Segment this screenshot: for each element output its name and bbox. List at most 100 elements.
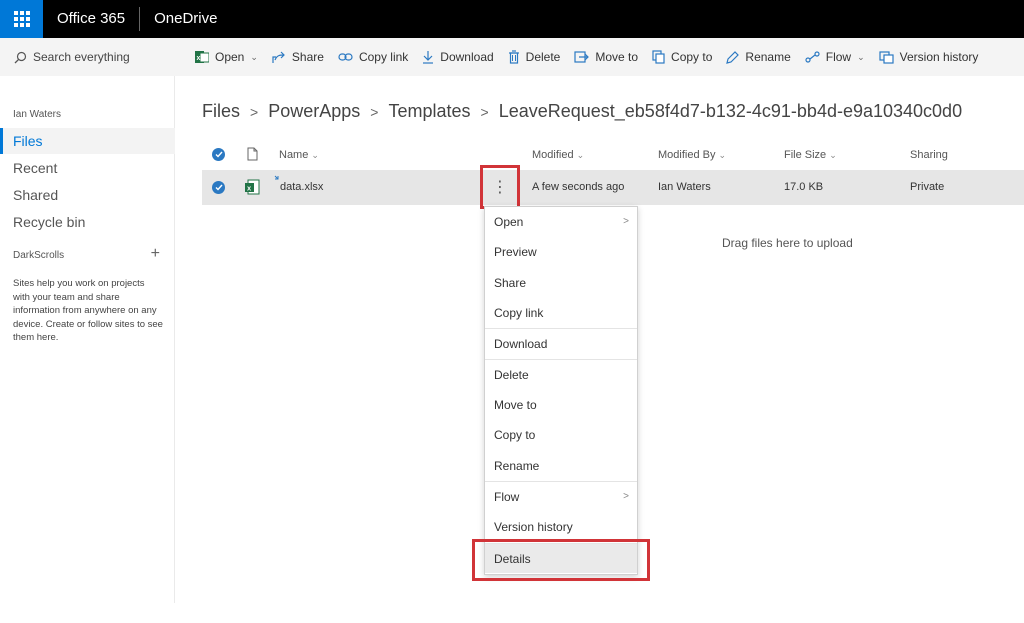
column-header-name[interactable]: Name ⌄ [279,149,319,161]
copy-icon [652,50,665,64]
menu-item-copy-link[interactable]: Copy link [485,298,637,328]
command-bar: x Open ⌄ Share Copy link Download Delete… [175,38,1024,76]
file-list-header: Name ⌄ Modified ⌄ Modified By ⌄ File Siz… [202,143,1024,169]
copy-to-label: Copy to [671,50,713,64]
chevron-down-icon: ⌄ [576,150,585,160]
menu-item-open-label: Open [494,215,524,229]
pencil-icon [726,50,740,64]
version-history-icon [879,50,894,64]
chevron-down-icon: ⌄ [250,51,258,62]
trash-icon [508,50,520,64]
table-row[interactable]: x data.xlsx A few seconds ago Ian Waters… [202,170,1024,205]
download-label: Download [440,50,494,64]
search-icon [14,51,27,63]
delete-label: Delete [525,50,561,64]
sidebar-item-recent[interactable]: Recent [0,155,175,181]
copy-link-button[interactable]: Copy link [338,50,408,64]
share-button[interactable]: Share [272,50,324,64]
sidebar-item-files[interactable]: Files [0,128,175,154]
flow-label: Flow [825,50,852,64]
suite-bar: Office 365 OneDrive [0,0,1024,38]
menu-item-move-to[interactable]: Move to [485,390,637,420]
file-name[interactable]: data.xlsx [280,181,323,193]
menu-item-download[interactable]: Download [485,328,637,358]
context-menu: Open > Preview Share Copy link Download … [484,206,638,575]
flow-icon [805,51,820,63]
delete-button[interactable]: Delete [508,50,561,64]
link-icon [338,52,353,62]
version-history-label: Version history [899,50,979,64]
menu-item-open[interactable]: Open > [485,207,637,237]
move-to-button[interactable]: Move to [574,50,638,64]
suite-title[interactable]: Office 365 [43,0,139,38]
sites-note: Sites help you work on projects with you… [13,278,163,343]
chevron-down-icon: ⌄ [311,150,319,160]
sidebar-item-recycle-bin[interactable]: Recycle bin [0,209,175,235]
sites-heading: DarkScrolls [13,250,65,261]
svg-text:x: x [197,55,201,62]
menu-item-share[interactable]: Share [485,268,637,298]
search-box[interactable]: Search everything [0,38,175,76]
excel-file-icon: x [245,179,260,198]
move-to-label: Move to [595,50,639,64]
file-modified-by: Ian Waters [658,181,711,193]
menu-item-copy-to[interactable]: Copy to [485,420,637,450]
download-button[interactable]: Download [422,50,494,64]
breadcrumb-templates[interactable]: Templates [388,101,470,122]
file-size: 17.0 KB [784,181,824,193]
chevron-down-icon: ⌄ [857,51,865,62]
sidebar-item-shared[interactable]: Shared [0,182,175,208]
checkmark-icon [212,148,225,161]
breadcrumb: Files > PowerApps > Templates > LeaveReq… [202,101,962,122]
column-header-modified-by-label: Modified By [658,149,716,161]
menu-item-rename[interactable]: Rename [485,451,637,481]
version-history-button[interactable]: Version history [879,50,979,64]
app-launcher-button[interactable] [0,0,43,38]
breadcrumb-files[interactable]: Files [202,101,240,122]
select-all-checkbox[interactable] [212,148,225,161]
share-icon [272,51,286,64]
details-highlight-box [472,539,650,581]
breadcrumb-powerapps[interactable]: PowerApps [268,101,360,122]
show-actions-button[interactable]: ⋮ [480,165,520,209]
file-modified: A few seconds ago [532,181,625,193]
breadcrumb-current-folder: LeaveRequest_eb58f4d7-b132-4c91-bb4d-e9a… [498,101,963,121]
left-navigation: Search everything Ian Waters Files Recen… [0,38,175,603]
menu-item-preview[interactable]: Preview [485,237,637,267]
column-header-name-label: Name [279,149,309,161]
move-icon [574,51,590,63]
flow-button[interactable]: Flow ⌄ [805,50,865,64]
chevron-down-icon: ⌄ [718,150,727,160]
search-placeholder: Search everything [33,50,130,64]
nav-user-name: Ian Waters [13,109,61,120]
menu-item-delete[interactable]: Delete [485,359,637,389]
add-site-icon[interactable]: + [151,245,160,263]
file-type-icon [247,147,258,164]
rename-label: Rename [745,50,791,64]
row-checkbox[interactable] [212,181,225,194]
column-header-file-size[interactable]: File Size ⌄ [784,149,837,161]
excel-icon: x [195,50,209,64]
chevron-down-icon: ⌄ [829,150,837,160]
open-button[interactable]: x Open ⌄ [195,50,258,64]
rename-button[interactable]: Rename [726,50,791,64]
app-title[interactable]: OneDrive [140,0,231,38]
column-header-file-size-label: File Size [784,149,827,161]
column-header-modified-label: Modified [532,149,574,161]
copy-link-label: Copy link [358,50,409,64]
menu-item-version-history[interactable]: Version history [485,512,637,542]
file-sharing: Private [910,181,945,193]
open-label: Open [215,50,245,64]
column-header-modified-by[interactable]: Modified By ⌄ [658,149,726,161]
drop-hint: Drag files here to upload [722,236,853,250]
chevron-right-icon: > [480,103,489,120]
waffle-icon [13,11,30,27]
checkmark-icon [212,181,225,194]
chevron-right-icon: > [370,103,379,120]
column-header-modified[interactable]: Modified ⌄ [532,149,584,161]
copy-to-button[interactable]: Copy to [652,50,712,64]
vertical-ellipsis-icon: ⋮ [492,179,508,196]
menu-item-flow-label: Flow [494,490,520,504]
column-header-sharing[interactable]: Sharing [910,149,948,161]
menu-item-flow[interactable]: Flow > [485,481,637,511]
